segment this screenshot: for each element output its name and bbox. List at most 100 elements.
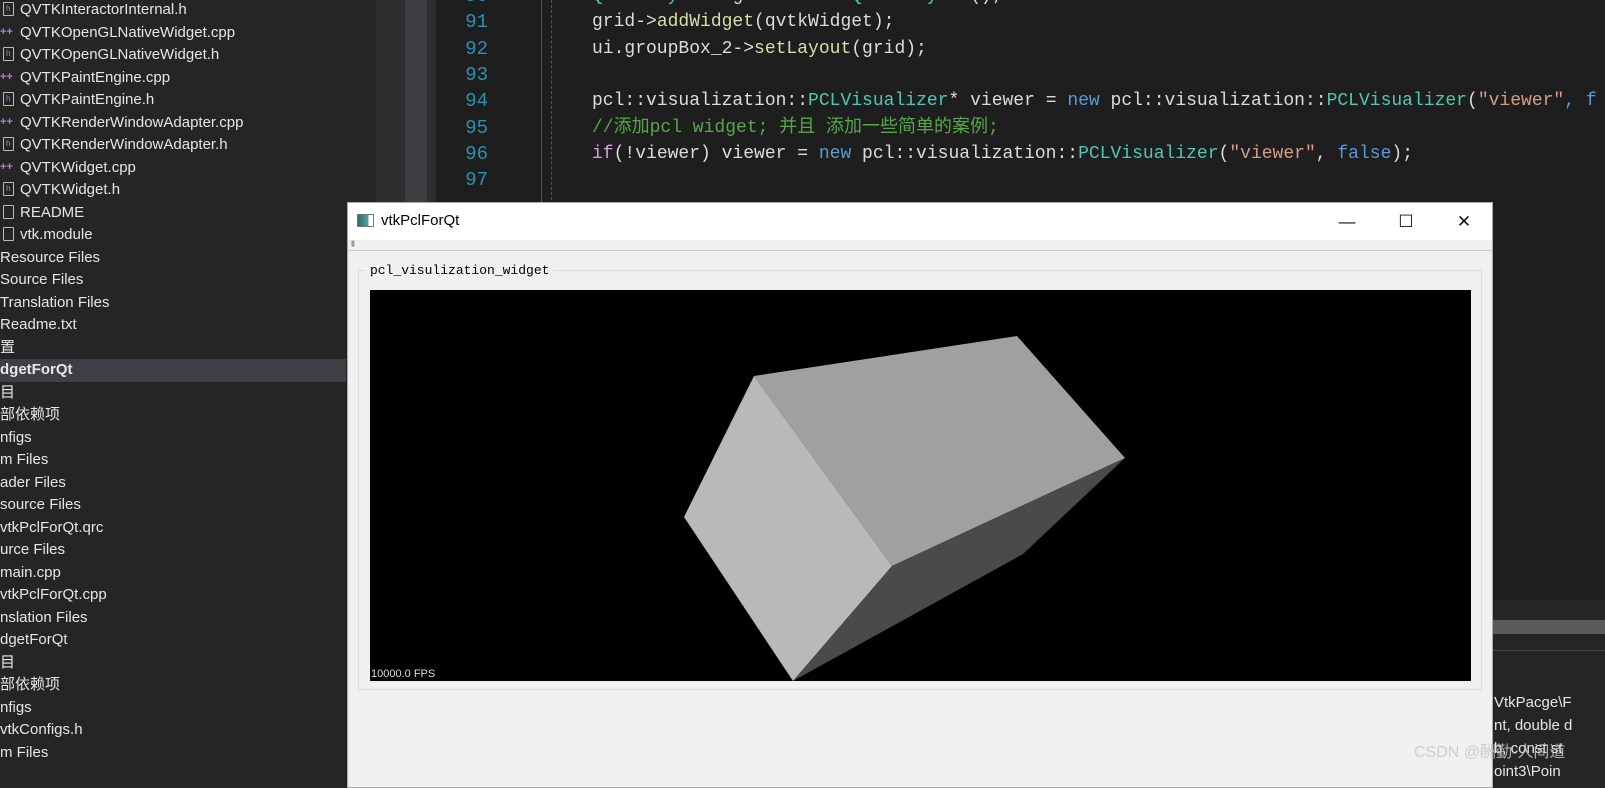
tree-item-label: 目 bbox=[0, 653, 16, 671]
tree-item[interactable]: dgetForQt bbox=[0, 359, 346, 382]
code-token: //添加pcl widget; 并且 添加一些简单的案例; bbox=[592, 117, 999, 138]
toolbar-grip-icon[interactable]: ■ ■ bbox=[351, 240, 355, 249]
tree-item[interactable]: 部依赖项 bbox=[0, 404, 376, 427]
code-token: new bbox=[818, 143, 852, 164]
tree-item[interactable]: nslation Files bbox=[0, 607, 376, 630]
toolbar: ■ ■ bbox=[348, 240, 1492, 251]
minimize-button[interactable]: — bbox=[1318, 203, 1376, 240]
tree-item-label: QVTKOpenGLNativeWidget.cpp bbox=[20, 23, 236, 41]
code-token: ui.groupBox_2-> bbox=[592, 38, 755, 59]
tree-item-label: vtkPclForQt.qrc bbox=[0, 518, 104, 536]
tree-item[interactable]: nfigs bbox=[0, 427, 376, 450]
tree-item[interactable]: nfigs bbox=[0, 697, 376, 720]
code-line[interactable]: pcl::visualization::PCLVisualizer* viewe… bbox=[592, 88, 1597, 114]
line-number: 96 bbox=[465, 142, 488, 165]
tree-item[interactable]: 目 bbox=[0, 652, 376, 675]
tree-item-label: QVTKWidget.h bbox=[20, 181, 121, 198]
tree-item[interactable]: m Files bbox=[0, 449, 376, 472]
tree-item[interactable]: vtk.module bbox=[0, 224, 376, 247]
header-file-icon bbox=[3, 43, 14, 66]
tree-item[interactable]: QVTKRenderWindowAdapter.cpp bbox=[0, 111, 376, 135]
app-icon bbox=[357, 214, 374, 227]
tree-item[interactable]: 目 bbox=[0, 382, 376, 405]
tree-item[interactable]: ader Files bbox=[0, 472, 376, 495]
code-token: pcl::visualization:: bbox=[1099, 91, 1327, 112]
code-line[interactable]: QGridLayout* grid = new QGridLayout(); bbox=[592, 0, 1003, 9]
tree-item[interactable]: Resource Files bbox=[0, 247, 376, 270]
tree-item-label: 部依赖项 bbox=[0, 676, 61, 693]
line-number: 93 bbox=[465, 63, 488, 86]
indent-guide bbox=[551, 0, 552, 210]
tree-item[interactable]: m Files bbox=[0, 742, 376, 765]
tree-item-label: dgetForQt bbox=[0, 631, 68, 648]
tree-item[interactable]: urce Files bbox=[0, 539, 376, 562]
close-button[interactable]: ✕ bbox=[1435, 203, 1493, 240]
watermark: CSDN @酬勤-人间道 bbox=[1414, 744, 1566, 761]
code-token: , f bbox=[1564, 91, 1597, 112]
tree-item-label: urce Files bbox=[0, 541, 66, 558]
output-panel-header bbox=[1492, 620, 1605, 634]
tree-item[interactable]: vtkPclForQt.cpp bbox=[0, 584, 376, 607]
tree-item-label: vtkPclForQt.cpp bbox=[0, 586, 107, 603]
tree-item-label: QVTKWidget.cpp bbox=[20, 158, 136, 176]
code-token: grid-> bbox=[592, 12, 657, 33]
code-line[interactable]: if(!viewer) viewer = new pcl::visualizat… bbox=[592, 141, 1413, 167]
tree-item[interactable]: QVTKOpenGLNativeWidget.h bbox=[0, 43, 376, 67]
code-token: if bbox=[592, 143, 614, 164]
tree-item-label: Readme.txt bbox=[0, 316, 77, 333]
tree-item[interactable]: README bbox=[0, 202, 376, 225]
header-file-icon bbox=[3, 0, 14, 21]
tree-item-label: Translation Files bbox=[0, 293, 110, 311]
tree-item[interactable]: QVTKRenderWindowAdapter.h bbox=[0, 133, 376, 157]
tree-item[interactable]: dgetForQt bbox=[0, 629, 376, 652]
tree-item-label: QVTKRenderWindowAdapter.h bbox=[20, 136, 228, 153]
code-token: new bbox=[808, 0, 840, 6]
tree-item[interactable]: QVTKOpenGLNativeWidget.cpp bbox=[0, 21, 376, 45]
code-token: new bbox=[1067, 91, 1100, 112]
tree-item[interactable]: QVTKPaintEngine.h bbox=[0, 88, 376, 112]
cpp-file-icon bbox=[0, 66, 14, 89]
code-token: ); bbox=[1391, 143, 1413, 164]
tree-item[interactable]: QVTKInteractorInternal.h bbox=[0, 0, 376, 22]
tree-item[interactable]: 置 bbox=[0, 337, 376, 360]
header-file-icon bbox=[3, 88, 14, 111]
maximize-button[interactable]: ☐ bbox=[1377, 203, 1435, 240]
tree-item[interactable]: 部依赖项 bbox=[0, 674, 376, 697]
code-token: , bbox=[1315, 143, 1338, 164]
group-box-label: pcl_visulization_widget bbox=[366, 263, 554, 278]
tree-item-label: Source Files bbox=[0, 271, 84, 288]
tree-item-label: ader Files bbox=[0, 473, 66, 491]
code-line[interactable]: grid->addWidget(qvtkWidget); bbox=[592, 9, 894, 35]
code-token: PCLVisualizer bbox=[1078, 143, 1219, 164]
output-line: VtkPacge\F bbox=[1494, 694, 1572, 711]
scrollbar[interactable] bbox=[405, 0, 427, 205]
title-bar[interactable]: vtkPclForQt — ☐ ✕ bbox=[348, 203, 1492, 240]
tree-item[interactable]: Translation Files bbox=[0, 292, 376, 315]
tree-item-label: m Files bbox=[0, 743, 49, 761]
tree-item[interactable]: QVTKWidget.h bbox=[0, 178, 376, 202]
cpp-file-icon bbox=[0, 111, 14, 134]
tree-item-label: nslation Files bbox=[0, 608, 88, 626]
tree-item-label: Resource Files bbox=[0, 248, 101, 266]
code-line[interactable]: ui.groupBox_2->setLayout(grid); bbox=[592, 36, 927, 62]
vtk-render-view[interactable]: 10000.0 FPS bbox=[370, 290, 1471, 681]
tree-item-label: QVTKRenderWindowAdapter.cpp bbox=[20, 113, 244, 131]
tree-item-label: vtk.module bbox=[20, 226, 93, 243]
tree-item[interactable]: QVTKPaintEngine.cpp bbox=[0, 66, 376, 90]
code-token: "viewer" bbox=[1229, 143, 1316, 164]
code-token: ( bbox=[1467, 91, 1478, 112]
tree-item[interactable]: vtkConfigs.h bbox=[0, 719, 376, 742]
line-number: 91 bbox=[465, 11, 488, 34]
tree-item[interactable]: QVTKWidget.cpp bbox=[0, 156, 376, 180]
tree-item[interactable]: Readme.txt bbox=[0, 314, 376, 337]
tree-item[interactable]: main.cpp bbox=[0, 562, 376, 585]
output-line: oint3\Poin bbox=[1494, 763, 1561, 780]
tree-item[interactable]: Source Files bbox=[0, 269, 376, 292]
tree-item[interactable]: vtkPclForQt.qrc bbox=[0, 517, 376, 540]
header-file-icon bbox=[3, 133, 14, 156]
line-number: 97 bbox=[465, 169, 488, 192]
code-line[interactable]: //添加pcl widget; 并且 添加一些简单的案例; bbox=[592, 115, 999, 141]
code-token: (qvtkWidget); bbox=[754, 12, 895, 33]
tree-item[interactable]: source Files bbox=[0, 494, 376, 517]
